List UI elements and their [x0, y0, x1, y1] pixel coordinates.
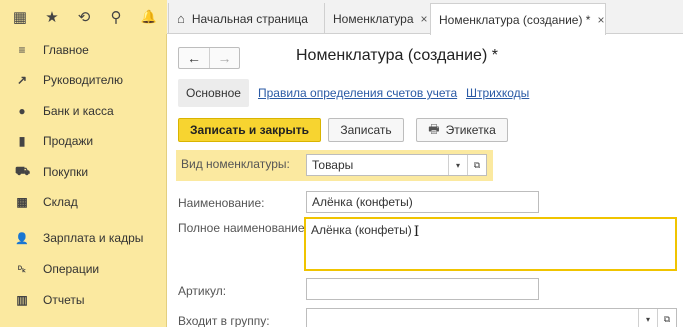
search-icon[interactable]: ⚲ [106, 7, 126, 27]
save-and-close-button[interactable]: Записать и закрыть [178, 118, 321, 142]
debit-credit-icon: ᴰₖ [18, 263, 26, 274]
fullname-label: Полное наименование: [178, 221, 308, 235]
form-area: ← → Номенклатура (создание) * Основное П… [168, 35, 683, 327]
home-icon: ⌂ [177, 11, 185, 26]
sidebar-item-label: Покупки [43, 165, 89, 179]
tab-home-label: Начальная страница [191, 11, 308, 26]
warehouse-icon: ▦ [16, 195, 28, 209]
sidebar-item-reports[interactable]: ▥ Отчеты [0, 285, 167, 315]
sidebar-item-bank[interactable]: ● Банк и касса [0, 96, 167, 126]
chevron-down-icon[interactable]: ▾ [448, 155, 467, 175]
person-icon: 👤 [15, 232, 29, 245]
history-nav: ← → [178, 47, 240, 69]
cart-icon: ⛟ [15, 164, 31, 178]
fullname-textarea[interactable]: Алёнка (конфеты) I [304, 217, 677, 271]
sidebar-item-label: Зарплата и кадры [43, 231, 144, 245]
bag-icon: ▮ [18, 134, 26, 148]
sidebar: ≡ Главное ↗ Руководителю ● Банк и касса … [0, 34, 167, 327]
kind-value: Товары [312, 158, 354, 172]
article-label: Артикул: [178, 284, 227, 298]
sidebar-item-label: Главное [43, 43, 89, 57]
top-icon-panel: ▦ ★ ⟲ ⚲ 🔔 [0, 0, 167, 34]
menu-lines-icon: ≡ [18, 43, 26, 57]
bell-icon[interactable]: 🔔 [139, 7, 159, 27]
name-label: Наименование: [178, 196, 265, 210]
tab-nomenclature-create-label: Номенклатура (создание) * [439, 12, 591, 27]
star-icon[interactable]: ★ [42, 7, 62, 27]
sidebar-item-operations[interactable]: ᴰₖ Операции [0, 254, 167, 284]
tab-nomenclature-create[interactable]: Номенклатура (создание) * × [430, 3, 606, 35]
sidebar-item-label: Склад [43, 195, 78, 209]
back-arrow-icon[interactable]: ← [179, 48, 209, 68]
coin-icon: ● [18, 104, 26, 118]
trend-icon: ↗ [16, 73, 28, 87]
fullname-value: Алёнка (конфеты) [311, 223, 412, 237]
article-field[interactable] [306, 278, 539, 300]
tab-nomenclature[interactable]: Номенклатура × [324, 3, 428, 34]
sidebar-item-label: Операции [43, 262, 100, 276]
sidebar-item-label: Продажи [43, 134, 94, 148]
kind-label: Вид номенклатуры: [181, 157, 290, 171]
close-icon[interactable]: × [421, 12, 428, 26]
group-select[interactable]: ▾ ⧉ [306, 308, 677, 327]
bar-chart-icon: ▥ [16, 293, 28, 307]
sidebar-item-label: Отчеты [43, 293, 85, 307]
tab-main[interactable]: Основное [178, 79, 249, 107]
tab-home[interactable]: ⌂ Начальная страница [168, 3, 322, 34]
group-label: Входит в группу: [178, 314, 270, 327]
tab-nomenclature-label: Номенклатура [333, 11, 414, 26]
name-field[interactable]: Алёнка (конфеты) [306, 191, 539, 213]
history-icon[interactable]: ⟲ [74, 7, 94, 27]
apps-grid-icon[interactable]: ▦ [10, 7, 30, 27]
name-value: Алёнка (конфеты) [312, 195, 413, 209]
chevron-down-icon[interactable]: ▾ [638, 309, 657, 327]
sidebar-item-payroll[interactable]: 👤 Зарплата и кадры [0, 223, 167, 253]
sidebar-item-label: Банк и касса [43, 104, 114, 118]
open-form-icon[interactable]: ⧉ [657, 309, 676, 327]
text-cursor-icon: I [413, 224, 420, 240]
sidebar-item-purchases[interactable]: ⛟ Покупки [0, 157, 167, 187]
kind-select[interactable]: Товары ▾ ⧉ [306, 154, 487, 176]
open-form-icon[interactable]: ⧉ [467, 155, 486, 175]
tab-barcodes[interactable]: Штрихкоды [466, 79, 529, 107]
save-button[interactable]: Записать [328, 118, 404, 142]
close-icon[interactable]: × [597, 13, 604, 27]
forward-arrow-icon[interactable]: → [209, 48, 239, 68]
sidebar-item-sales[interactable]: ▮ Продажи [0, 126, 167, 156]
printer-icon: 🖶 [428, 121, 440, 136]
sidebar-item-warehouse[interactable]: ▦ Склад [0, 187, 167, 217]
page-title: Номенклатура (создание) * [296, 47, 498, 64]
sidebar-item-manager[interactable]: ↗ Руководителю [0, 65, 167, 95]
sidebar-item-label: Руководителю [43, 73, 124, 87]
sidebar-item-main[interactable]: ≡ Главное [0, 35, 167, 65]
label-print-button[interactable]: 🖶 Этикетка [416, 118, 508, 142]
top-bar: ▦ ★ ⟲ ⚲ 🔔 ⌂ Начальная страница Номенклат… [0, 0, 683, 35]
label-print-button-label: Этикетка [445, 123, 496, 137]
tab-account-rules[interactable]: Правила определения счетов учета [258, 79, 457, 107]
